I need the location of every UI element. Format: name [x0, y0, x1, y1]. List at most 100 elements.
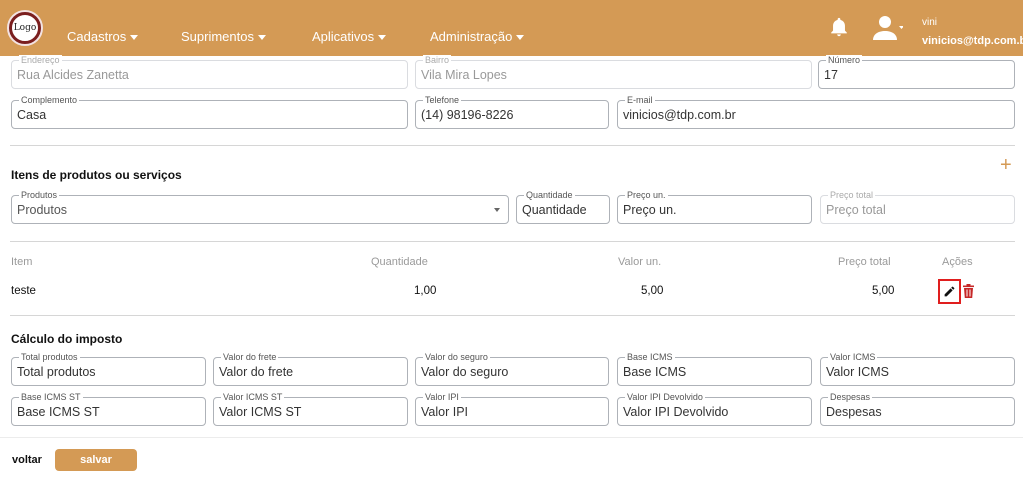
field-value: Quantidade: [522, 203, 587, 217]
nav-administracao[interactable]: Administração: [430, 29, 525, 44]
table-header-preco-total: Preço total: [838, 256, 891, 268]
bairro-field[interactable]: Bairro Vila Mira Lopes: [415, 55, 812, 89]
logo[interactable]: Logo: [7, 10, 43, 46]
table-header-quantidade: Quantidade: [371, 256, 428, 268]
field-label: Total produtos: [19, 352, 80, 362]
field-value: Total produtos: [17, 365, 96, 379]
field-label: Telefone: [423, 95, 462, 105]
caret-down-icon: [130, 34, 139, 40]
field-value: Base ICMS ST: [17, 405, 100, 419]
field-value: vinicios@tdp.com.br: [623, 108, 736, 122]
field-label: E-mail: [625, 95, 655, 105]
valor-frete-field[interactable]: Valor do frete Valor do frete: [213, 352, 408, 386]
trash-icon[interactable]: [963, 284, 974, 298]
caret-down-icon: [378, 34, 387, 40]
footer-bar: voltar salvar: [0, 437, 1023, 480]
cell-quantidade: 1,00: [414, 285, 437, 297]
salvar-button[interactable]: salvar: [55, 449, 137, 471]
valor-seguro-field[interactable]: Valor do seguro Valor do seguro: [415, 352, 609, 386]
nav-suprimentos[interactable]: Suprimentos: [181, 29, 266, 44]
table-header-item: Item: [11, 256, 33, 268]
nav-label: Suprimentos: [181, 29, 254, 44]
despesas-field[interactable]: Despesas Despesas: [820, 392, 1015, 426]
cell-item: teste: [11, 285, 36, 297]
field-value: Vila Mira Lopes: [421, 68, 507, 82]
field-label: Bairro: [423, 55, 452, 65]
table-header-valor-un: Valor un.: [618, 256, 662, 268]
divider: [10, 315, 1015, 316]
field-value: Preço total: [826, 203, 886, 217]
field-label: Valor ICMS ST: [221, 392, 285, 402]
caret-down-icon: [257, 34, 266, 40]
field-label: Valor ICMS: [828, 352, 878, 362]
divider: [10, 241, 1015, 242]
telefone-field[interactable]: Telefone (14) 98196-8226: [415, 95, 609, 129]
nav-label: Administração: [430, 29, 513, 44]
nav-cadastros[interactable]: Cadastros: [67, 29, 139, 44]
base-icms-st-field[interactable]: Base ICMS ST Base ICMS ST: [11, 392, 206, 426]
field-value: Valor IPI: [421, 405, 469, 419]
preco-un-field[interactable]: Preço un. Preço un.: [617, 190, 812, 224]
valor-icms-st-field[interactable]: Valor ICMS ST Valor ICMS ST: [213, 392, 408, 426]
pencil-icon: [944, 286, 955, 297]
table-header-acoes: Ações: [942, 256, 973, 268]
user-email: vinicios@tdp.com.br: [922, 35, 1023, 47]
field-label: Valor do seguro: [423, 352, 490, 362]
field-label: Quantidade: [524, 190, 575, 200]
field-value: (14) 98196-8226: [421, 108, 514, 122]
plus-icon[interactable]: +: [1000, 155, 1012, 175]
field-value: Valor ICMS: [826, 365, 889, 379]
nav-aplicativos[interactable]: Aplicativos: [312, 29, 387, 44]
numero-field[interactable]: Número 17: [818, 55, 1015, 89]
field-label: Valor IPI: [423, 392, 461, 402]
cell-preco-total: 5,00: [872, 285, 895, 297]
field-label: Valor do frete: [221, 352, 279, 362]
field-label: Produtos: [19, 190, 60, 200]
valor-ipi-field[interactable]: Valor IPI Valor IPI: [415, 392, 609, 426]
field-value: Valor do seguro: [421, 365, 509, 379]
caret-down-icon: [494, 208, 500, 212]
field-label: Preço total: [828, 190, 876, 200]
field-value: Base ICMS: [623, 365, 687, 379]
nav-label: Aplicativos: [312, 29, 375, 44]
field-value: Preço un.: [623, 203, 677, 217]
base-icms-field[interactable]: Base ICMS Base ICMS: [617, 352, 812, 386]
produtos-select[interactable]: Produtos Produtos: [11, 190, 509, 224]
voltar-button[interactable]: voltar: [12, 454, 42, 466]
field-value: Valor ICMS ST: [219, 405, 302, 419]
field-label: Valor IPI Devolvido: [625, 392, 705, 402]
quantidade-field[interactable]: Quantidade Quantidade: [516, 190, 610, 224]
field-value: 17: [824, 68, 838, 82]
field-label: Preço un.: [625, 190, 668, 200]
bell-icon[interactable]: [828, 16, 850, 38]
user-account-icon[interactable]: [873, 15, 903, 41]
field-value: Produtos: [17, 203, 68, 217]
tax-section-title: Cálculo do imposto: [11, 332, 123, 346]
cell-valor-un: 5,00: [641, 285, 664, 297]
endereco-field[interactable]: Endereço Rua Alcides Zanetta: [11, 55, 408, 89]
valor-icms-field[interactable]: Valor ICMS Valor ICMS: [820, 352, 1015, 386]
field-value: Valor do frete: [219, 365, 294, 379]
edit-button[interactable]: [938, 279, 961, 304]
field-label: Despesas: [828, 392, 873, 402]
field-label: Base ICMS ST: [19, 392, 83, 402]
total-produtos-field[interactable]: Total produtos Total produtos: [11, 352, 206, 386]
complemento-field[interactable]: Complemento Casa: [11, 95, 408, 129]
preco-total-field[interactable]: Preço total Preço total: [820, 190, 1015, 224]
field-label: Número: [826, 55, 863, 65]
caret-down-icon: [516, 34, 525, 40]
field-label: Base ICMS: [625, 352, 675, 362]
field-value: Valor IPI Devolvido: [623, 405, 729, 419]
items-section-title: Itens de produtos ou serviços: [11, 168, 182, 182]
field-value: Rua Alcides Zanetta: [17, 68, 129, 82]
logo-text: Logo: [11, 14, 39, 42]
nav-label: Cadastros: [67, 29, 127, 44]
field-label: Complemento: [19, 95, 80, 105]
email-field[interactable]: E-mail vinicios@tdp.com.br: [617, 95, 1015, 129]
field-label: Endereço: [19, 55, 62, 65]
valor-ipi-devolvido-field[interactable]: Valor IPI Devolvido Valor IPI Devolvido: [617, 392, 812, 426]
field-value: Casa: [17, 108, 47, 122]
field-value: Despesas: [826, 405, 882, 419]
top-navbar: Logo Cadastros Suprimentos Aplicativos A…: [0, 0, 1023, 56]
divider: [10, 145, 1015, 146]
